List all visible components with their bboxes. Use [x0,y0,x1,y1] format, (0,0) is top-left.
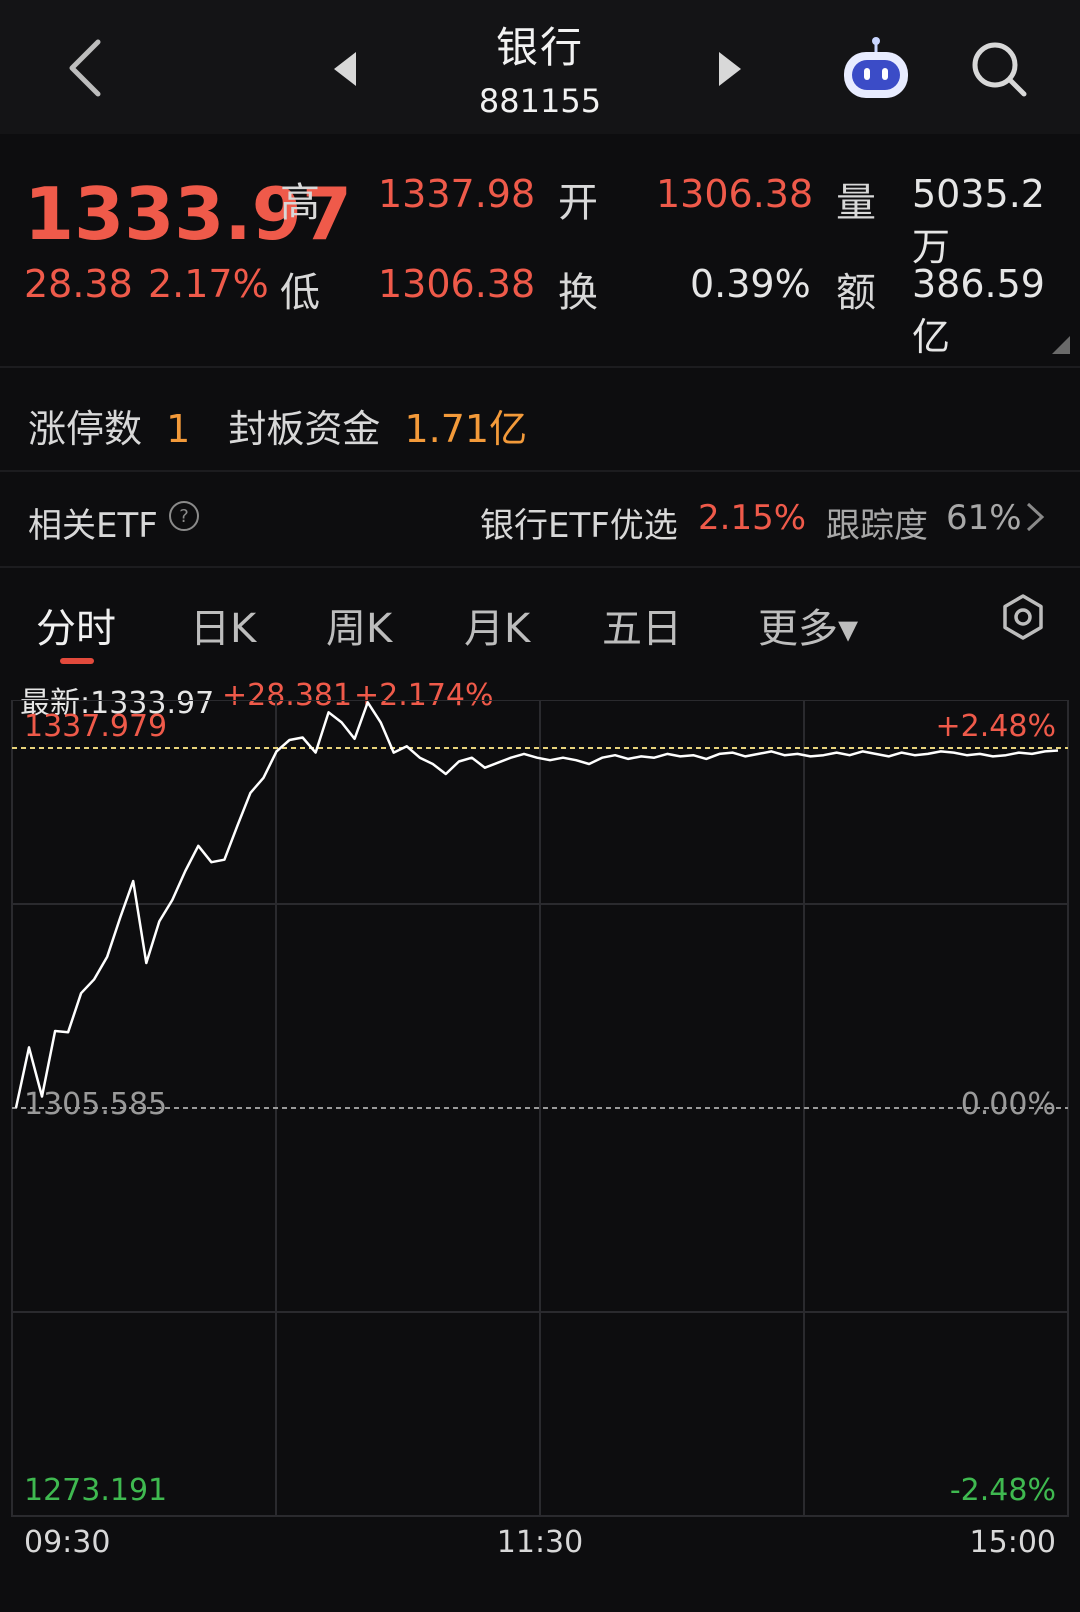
volume-label: 量 [836,180,876,226]
back-arrow-icon[interactable] [58,34,118,102]
tab-five-day[interactable]: 五日 [602,596,682,654]
x-axis-tick-label: 11:30 [497,1525,583,1560]
chevron-right-icon[interactable] [1024,500,1046,534]
y-axis-top-right-label: +2.48% [936,709,1056,744]
y-axis-bottom-left-label: 1273.191 [24,1473,167,1508]
sealed-fund-label: 封板资金 [228,407,381,451]
active-tab-indicator [60,658,94,664]
volume-value: 5035.2万 [912,172,1045,269]
open-label: 开 [558,180,598,226]
tab-more[interactable]: 更多▾ [758,596,858,654]
limit-up-count: 1 [166,407,191,451]
tab-daily-k[interactable]: 日K [190,596,256,654]
help-icon[interactable]: ? [168,500,200,532]
price-line [14,701,1059,1109]
y-axis-top-left-label: 1337.979 [24,709,167,744]
etf-name[interactable]: 银行ETF优选 [480,498,678,547]
price-change-percent: 2.17% [148,262,269,306]
high-label: 高 [280,180,320,226]
turnover-value: 0.39% [690,262,811,306]
svg-text:?: ? [179,506,189,527]
high-value: 1337.98 [378,172,536,216]
search-icon[interactable] [968,38,1030,100]
page-title: 银行 [495,23,584,72]
intraday-chart[interactable]: 1337.979 +2.48% 1305.585 0.00% 1273.191 … [0,700,1080,1612]
y-axis-mid-left-label: 1305.585 [24,1087,167,1122]
low-label: 低 [280,270,320,316]
next-stock-icon[interactable] [715,50,745,88]
stock-code: 881155 [478,82,602,120]
limit-up-count-label: 涨停数 [28,407,143,451]
chart-grid [11,700,1069,1517]
tab-weekly-k[interactable]: 周K [326,596,392,654]
open-value: 1306.38 [656,172,814,216]
limit-up-row: 涨停数 1 封板资金 1.71亿 [28,398,527,453]
x-axis-tick-label: 09:30 [24,1525,110,1560]
price-change: 28.38 [24,262,133,306]
x-axis-tick-label: 15:00 [970,1525,1056,1560]
tab-intraday[interactable]: 分时 [36,596,116,654]
ai-assistant-robot-icon[interactable] [838,36,914,102]
etf-change-percent: 2.15% [698,498,807,538]
tracking-label: 跟踪度 [826,506,928,546]
settings-gear-icon[interactable] [1000,594,1046,640]
previous-stock-icon[interactable] [330,50,360,88]
sealed-fund-value: 1.71亿 [404,407,528,451]
divider [0,366,1080,368]
amount-label: 额 [836,270,876,316]
turnover-label: 换 [558,270,598,316]
y-axis-mid-right-label: 0.00% [961,1087,1056,1122]
divider [0,470,1080,472]
divider [0,566,1080,568]
low-value: 1306.38 [378,262,536,306]
y-axis-bottom-right-label: -2.48% [950,1473,1056,1508]
related-etf-label: 相关ETF [28,506,158,546]
tab-monthly-k[interactable]: 月K [464,596,530,654]
expand-corner-icon[interactable] [1052,336,1070,354]
tracking-value: 61% [946,498,1022,538]
